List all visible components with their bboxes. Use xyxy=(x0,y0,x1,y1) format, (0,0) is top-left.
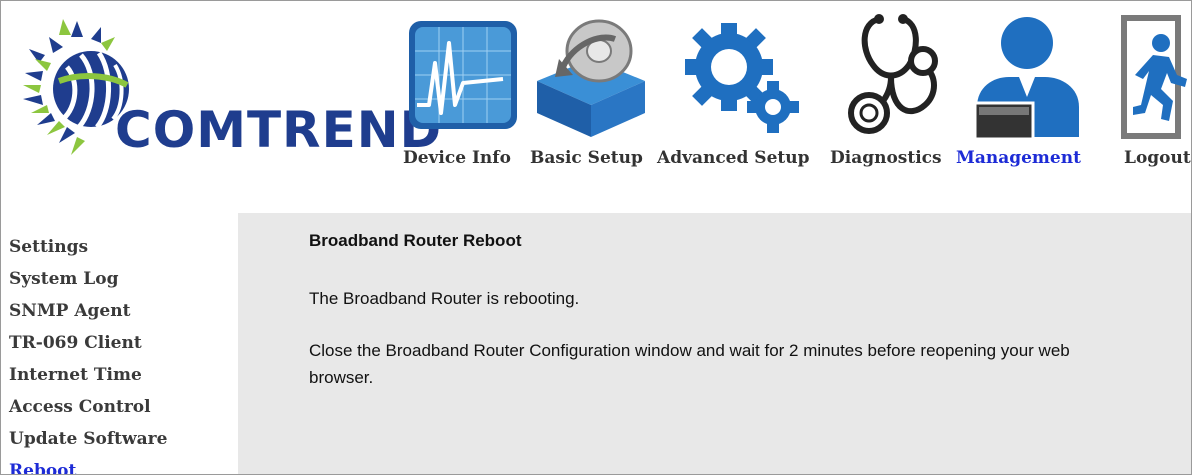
sidebar-item-reboot[interactable]: Reboot xyxy=(1,455,238,474)
main-content: Broadband Router Reboot The Broadband Ro… xyxy=(238,213,1191,474)
logo-text: COMTREND xyxy=(115,101,443,159)
diagnostics-icon[interactable] xyxy=(839,9,949,141)
reboot-status-message: The Broadband Router is rebooting. xyxy=(309,289,580,308)
nav-basic-setup[interactable]: Basic Setup xyxy=(530,148,643,168)
advanced-setup-icon[interactable] xyxy=(677,9,801,141)
nav-device-info[interactable]: Device Info xyxy=(403,148,511,168)
sidebar-item-tr069-client[interactable]: TR-069 Client xyxy=(1,327,238,359)
nav-advanced-setup[interactable]: Advanced Setup xyxy=(657,148,810,168)
sidebar-item-update-software[interactable]: Update Software xyxy=(1,423,238,455)
sidebar-item-settings[interactable]: Settings xyxy=(1,231,238,263)
device-info-icon[interactable] xyxy=(403,9,523,141)
basic-setup-icon[interactable] xyxy=(529,9,653,141)
page-title: Broadband Router Reboot xyxy=(309,231,522,250)
comtrend-logo: COMTREND xyxy=(11,9,441,189)
sidebar-item-internet-time[interactable]: Internet Time xyxy=(1,359,238,391)
management-icon[interactable] xyxy=(969,9,1087,141)
logout-icon[interactable] xyxy=(1109,9,1192,141)
sidebar-item-snmp-agent[interactable]: SNMP Agent xyxy=(1,295,238,327)
sidebar-menu: Settings System Log SNMP Agent TR-069 Cl… xyxy=(1,231,238,474)
router-admin-page: COMTREND Device Info Basic Setup Advance… xyxy=(0,0,1192,475)
nav-diagnostics[interactable]: Diagnostics xyxy=(830,148,942,168)
nav-logout[interactable]: Logout xyxy=(1124,148,1191,168)
sidebar-item-system-log[interactable]: System Log xyxy=(1,263,238,295)
nav-management[interactable]: Management xyxy=(956,148,1081,168)
sidebar-item-access-control[interactable]: Access Control xyxy=(1,391,238,423)
reboot-instruction: Close the Broadband Router Configuration… xyxy=(309,341,1070,387)
sidebar: Settings System Log SNMP Agent TR-069 Cl… xyxy=(1,213,238,474)
header: COMTREND Device Info Basic Setup Advance… xyxy=(1,1,1191,213)
